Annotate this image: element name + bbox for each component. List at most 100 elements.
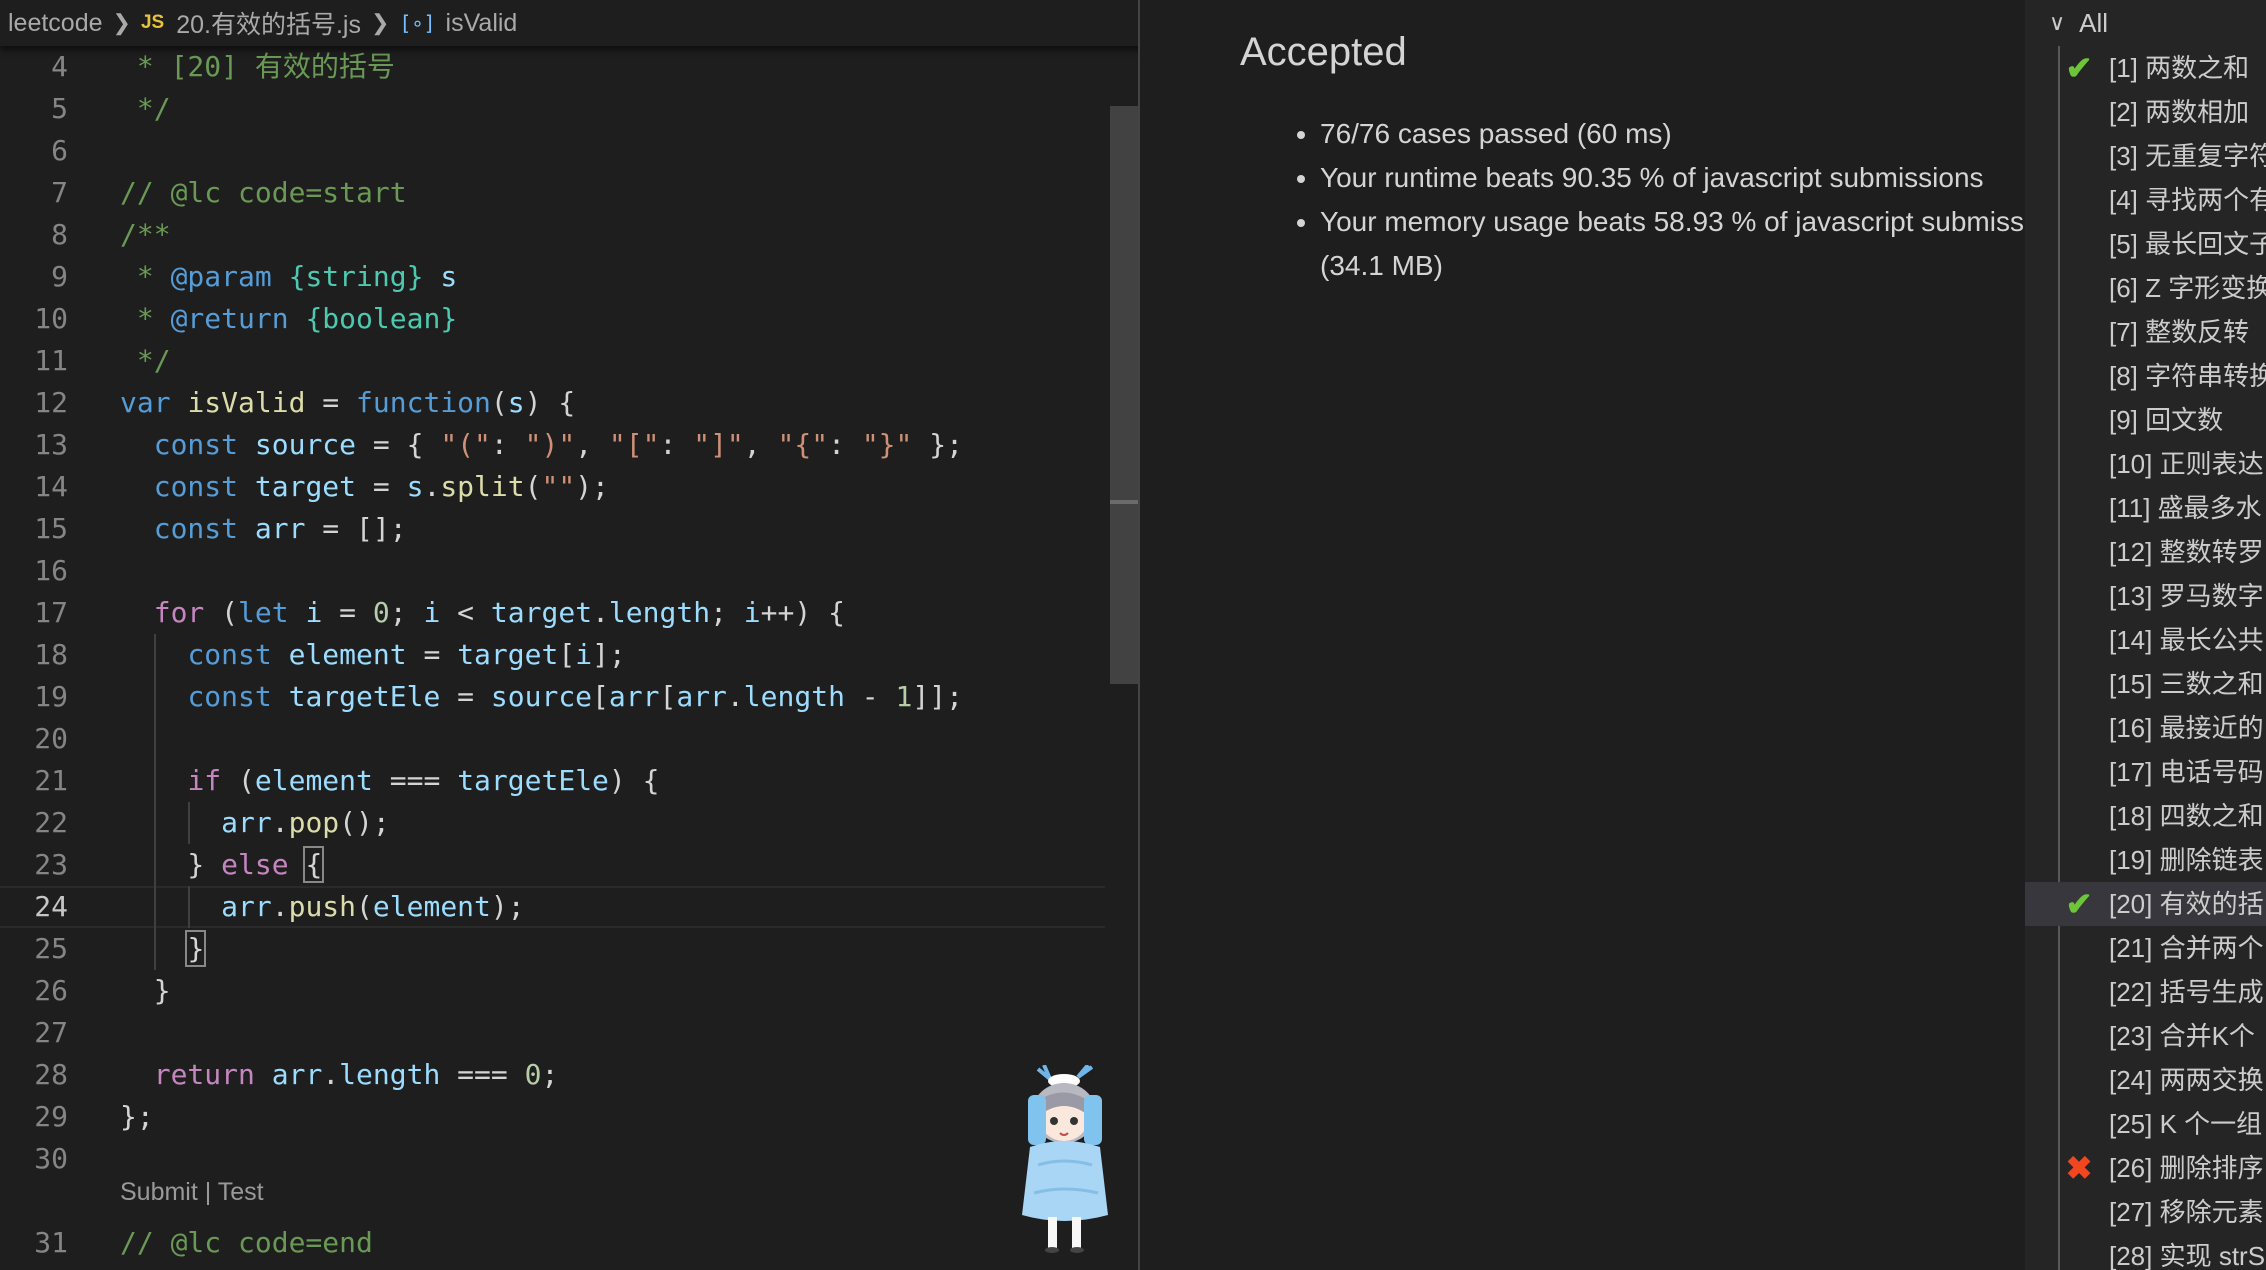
code-token: isValid (187, 386, 306, 419)
problem-item[interactable]: [4] 寻找两个有 (2025, 178, 2266, 222)
code-line[interactable]: 22 arr.pop(); (0, 802, 1105, 844)
code-line[interactable]: 13 const source = { "(": ")", "[": "]", … (0, 424, 1105, 466)
check-mark-icon: ✔ (2065, 886, 2093, 922)
problem-item[interactable]: [17] 电话号码 (2025, 750, 2266, 794)
problem-item[interactable]: ✔ [1] 两数之和 (2025, 46, 2266, 90)
problem-item[interactable]: [6] Z 字形变换 (2025, 266, 2266, 310)
code-line[interactable]: 7 // @lc code=start (0, 172, 1105, 214)
code-text: for (let i = 0; i < target.length; i++) … (120, 592, 845, 634)
problem-item[interactable]: [2] 两数相加 (2025, 90, 2266, 134)
problem-item[interactable]: [3] 无重复字符 (2025, 134, 2266, 178)
code-token: = []; (305, 512, 407, 545)
problem-item[interactable]: [12] 整数转罗 (2025, 530, 2266, 574)
code-token: targetEle (457, 764, 609, 797)
breadcrumb-file[interactable]: 20.有效的括号.js (176, 5, 361, 41)
code-line[interactable]: 6 (0, 130, 1105, 172)
chevron-down-icon[interactable]: ∨ (2049, 10, 2065, 36)
breadcrumb-symbol[interactable]: isValid (446, 9, 518, 38)
problem-item[interactable]: [13] 罗马数字 (2025, 574, 2266, 618)
problem-item[interactable]: [11] 盛最多水 (2025, 486, 2266, 530)
code-line[interactable]: 12 var isValid = function(s) { (0, 382, 1105, 424)
code-token: ]; (592, 638, 626, 671)
code-text: const arr = []; (120, 508, 407, 550)
problem-item[interactable]: ✔ [20] 有效的括 (2025, 882, 2266, 926)
code-token: element (288, 638, 407, 671)
problem-label: [20] 有效的括 (2109, 889, 2264, 919)
result-status-title: Accepted (1240, 30, 1407, 74)
problem-item[interactable]: [21] 合并两个 (2025, 926, 2266, 970)
code-line[interactable]: 8 /** (0, 214, 1105, 256)
problem-item[interactable]: [23] 合并K个 (2025, 1014, 2266, 1058)
problem-item[interactable]: [16] 最接近的 (2025, 706, 2266, 750)
code-line[interactable]: 27 (0, 1012, 1105, 1054)
code-line[interactable]: 21 if (element === targetEle) { (0, 760, 1105, 802)
code-line[interactable]: 16 (0, 550, 1105, 592)
code-line[interactable]: 4 * [20] 有效的括号 (0, 46, 1105, 88)
code-line[interactable]: 17 for (let i = 0; i < target.length; i+… (0, 592, 1105, 634)
problem-label: [21] 合并两个 (2109, 933, 2264, 963)
code-token: ; (710, 596, 744, 629)
code-area[interactable]: 4 * [20] 有效的括号 5 */6 7// @lc code=start 8/*… (0, 46, 1105, 1270)
problem-item[interactable]: [18] 四数之和 (2025, 794, 2266, 838)
code-line[interactable]: 18 const element = target[i]; (0, 634, 1105, 676)
code-editor[interactable]: leetcode ❯ JS 20.有效的括号.js ❯ [∘] isValid … (0, 0, 1138, 1270)
code-token: . (322, 1058, 340, 1091)
problem-item[interactable]: [28] 实现 strS (2025, 1234, 2266, 1270)
problem-item[interactable]: [27] 移除元素 (2025, 1190, 2266, 1234)
problem-item[interactable]: [14] 最长公共 (2025, 618, 2266, 662)
code-line[interactable]: 9 * @param {string} s (0, 256, 1105, 298)
code-token: element (372, 890, 491, 923)
line-number: 10 (34, 302, 68, 335)
line-number: 9 (51, 260, 68, 293)
code-token: target (457, 638, 559, 671)
problem-item[interactable]: [8] 字符串转换 (2025, 354, 2266, 398)
code-text: arr.push(element); (120, 886, 524, 928)
code-line[interactable]: 24 arr.push(element); (0, 886, 1105, 928)
code-text: // @lc code=start (120, 172, 407, 214)
problem-item[interactable]: ✖ [26] 删除排序 (2025, 1146, 2266, 1190)
explorer-group-all[interactable]: ∨ All (2025, 0, 2266, 46)
code-line[interactable]: 10 * @return {boolean} (0, 298, 1105, 340)
code-token: . (271, 806, 289, 839)
problem-item[interactable]: [9] 回文数 (2025, 398, 2266, 442)
code-line[interactable]: 23 } else { (0, 844, 1105, 886)
code-token: { (303, 846, 325, 883)
submit-link[interactable]: Submit (120, 1178, 198, 1206)
problem-item[interactable]: [15] 三数之和 (2025, 662, 2266, 706)
code-line[interactable]: 11 */ (0, 340, 1105, 382)
code-token: const (153, 470, 239, 503)
code-line[interactable]: 29}; (0, 1096, 1105, 1138)
test-link[interactable]: Test (218, 1178, 264, 1206)
breadcrumb-folder[interactable]: leetcode (8, 9, 103, 38)
problem-item[interactable]: [25] K 个一组 (2025, 1102, 2266, 1146)
code-line[interactable]: 28 return arr.length === 0; (0, 1054, 1105, 1096)
code-token: const (187, 680, 272, 713)
problem-item[interactable]: [7] 整数反转 (2025, 310, 2266, 354)
code-line[interactable]: 31 // @lc code=end (0, 1222, 1105, 1264)
code-line[interactable]: 26 } (0, 970, 1105, 1012)
code-token: = (440, 680, 491, 713)
code-line[interactable]: 30 (0, 1138, 1105, 1180)
problem-item[interactable]: [22] 括号生成 (2025, 970, 2266, 1014)
code-line[interactable]: 20 (0, 718, 1105, 760)
chevron-right-icon: ❯ (112, 10, 131, 35)
vertical-scrollbar[interactable] (1110, 106, 1138, 684)
code-line[interactable]: 19 const targetEle = source[arr[arr.leng… (0, 676, 1105, 718)
code-line[interactable]: 15 const arr = []; (0, 508, 1105, 550)
code-token: target (490, 596, 593, 629)
problem-explorer[interactable]: ∨ All ✔ [1] 两数之和 [2] 两数相加 [3] 无重复字符 [4] 寻找两个… (2025, 0, 2266, 1270)
code-line[interactable]: 25 } (0, 928, 1105, 970)
code-line[interactable]: 14 const target = s.split(""); (0, 466, 1105, 508)
problem-item[interactable]: [5] 最长回文子 (2025, 222, 2266, 266)
result-cases-passed: 76/76 cases passed (60 ms) (1320, 112, 2080, 156)
problem-item[interactable]: [24] 两两交换 (2025, 1058, 2266, 1102)
problem-item[interactable]: [19] 删除链表 (2025, 838, 2266, 882)
code-token: . (271, 890, 289, 923)
code-token: ); (575, 470, 609, 503)
code-text: } (120, 928, 207, 970)
code-token: for (153, 596, 205, 629)
problem-label: [15] 三数之和 (2109, 669, 2264, 699)
problem-item[interactable]: [10] 正则表达 (2025, 442, 2266, 486)
code-line[interactable]: 5 */ (0, 88, 1105, 130)
